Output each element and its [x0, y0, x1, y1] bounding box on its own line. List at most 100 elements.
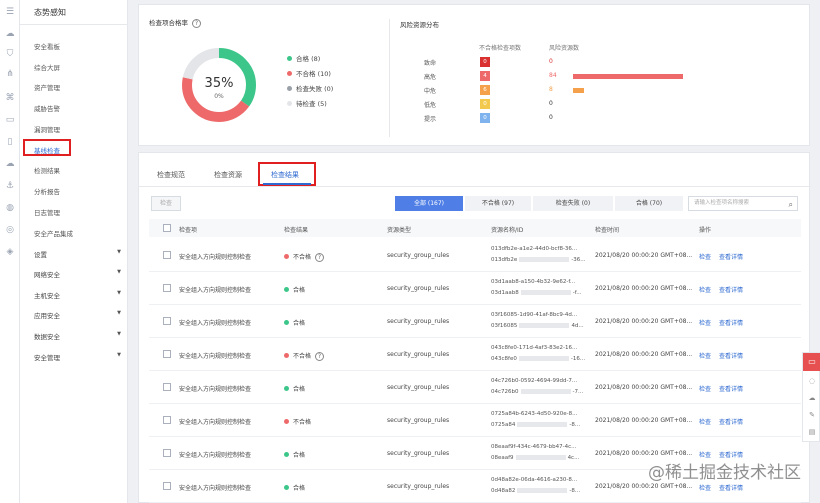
- row-checkbox[interactable]: [163, 383, 171, 391]
- sidebar-item-alerts[interactable]: 威胁告警: [34, 103, 60, 113]
- header-id: 资源名称/ID: [491, 227, 524, 234]
- row-checkbox[interactable]: [163, 251, 171, 259]
- filter-all[interactable]: 全部 (167): [395, 196, 463, 211]
- check-link[interactable]: 检查: [699, 384, 711, 393]
- risk-count-badge: 0: [480, 113, 490, 123]
- shield-icon[interactable]: ⛉: [4, 48, 16, 60]
- search-icon[interactable]: ⌕: [789, 198, 793, 211]
- sidebar-title: 态势感知: [34, 8, 66, 17]
- sidebar-item-assets[interactable]: 资产管理: [34, 82, 60, 92]
- check-item-name: 安全组入方向规则控制检查: [179, 452, 252, 459]
- sidebar-item-integration[interactable]: 安全产品集成: [34, 228, 73, 238]
- row-checkbox[interactable]: [163, 350, 171, 358]
- target-icon[interactable]: ◎: [4, 224, 16, 236]
- document-icon[interactable]: ▯: [4, 136, 16, 148]
- check-link[interactable]: 检查: [699, 252, 711, 261]
- sidebar-group-application[interactable]: 应用安全: [34, 310, 60, 320]
- view-details-link[interactable]: 查看详情: [719, 384, 743, 393]
- menu-icon[interactable]: ☰: [4, 6, 16, 18]
- view-details-link[interactable]: 查看详情: [719, 285, 743, 294]
- check-link[interactable]: 检查: [699, 285, 711, 294]
- view-details-link[interactable]: 查看详情: [719, 318, 743, 327]
- chevron-down-icon[interactable]: ▼: [117, 269, 121, 275]
- sidebar-item-detection[interactable]: 检测结果: [34, 165, 60, 175]
- redacted-text: [520, 290, 571, 295]
- tab-resources[interactable]: 检查资源: [214, 170, 242, 180]
- filter-unqualified[interactable]: 不合格 (97): [465, 196, 531, 211]
- help-icon[interactable]: ?: [192, 19, 201, 28]
- sidebar-item-logs[interactable]: 日志管理: [34, 207, 60, 217]
- check-item-name: 安全组入方向规则控制检查: [179, 254, 252, 261]
- check-link[interactable]: 检查: [699, 483, 711, 492]
- status-dot: [284, 287, 289, 292]
- legend-item: 合格 (8): [287, 53, 320, 63]
- check-item-name: 安全组入方向规则控制检查: [179, 320, 252, 327]
- row-checkbox[interactable]: [163, 317, 171, 325]
- edit-icon[interactable]: ✎: [807, 411, 817, 419]
- search-input[interactable]: 请输入检查项名称搜索 ⌕: [688, 196, 798, 211]
- sidebar-group-management[interactable]: 安全管理: [34, 352, 60, 362]
- security-icon[interactable]: ◈: [4, 246, 16, 258]
- redacted-text: [520, 389, 571, 394]
- row-checkbox[interactable]: [163, 284, 171, 292]
- check-item-name: 安全组入方向规则控制检查: [179, 419, 252, 426]
- resource-name-end: -f...: [572, 290, 582, 296]
- server-icon[interactable]: ▭: [4, 114, 16, 126]
- help-icon[interactable]: ?: [315, 253, 325, 262]
- sidebar-item-dashboard[interactable]: 安全看板: [34, 41, 60, 51]
- table-row: 安全组入方向规则控制检查 合格 security_group_rules 03d1aa…: [149, 272, 801, 305]
- anchor-icon[interactable]: ⚓: [4, 180, 16, 192]
- row-checkbox[interactable]: [163, 416, 171, 424]
- check-link[interactable]: 检查: [699, 417, 711, 426]
- resource-name-start: 0d48a82: [491, 488, 516, 494]
- table-row: 安全组入方向规则控制检查 合格 security_group_rules 03f160…: [149, 305, 801, 338]
- check-link[interactable]: 检查: [699, 351, 711, 360]
- chevron-down-icon[interactable]: ▼: [117, 352, 121, 358]
- sidebar-item-baseline[interactable]: 基线检查: [34, 145, 60, 155]
- cloud-service-icon[interactable]: ☁: [807, 394, 817, 402]
- globe-icon[interactable]: ◍: [4, 202, 16, 214]
- network-icon[interactable]: ⌘: [4, 92, 16, 104]
- check-result: 不合格?: [284, 252, 325, 262]
- chevron-down-icon[interactable]: ▼: [117, 290, 121, 296]
- cloud-icon[interactable]: ☁: [4, 28, 16, 40]
- risk-count-badge: 4: [480, 71, 490, 81]
- sidebar-group-data[interactable]: 数据安全: [34, 331, 60, 341]
- tab-specs[interactable]: 检查规范: [157, 170, 185, 180]
- service-icon[interactable]: ◌: [807, 377, 817, 385]
- check-link[interactable]: 检查: [699, 318, 711, 327]
- cloud-alt-icon[interactable]: ☁: [4, 158, 16, 170]
- sidebar-item-vulnerabilities[interactable]: 漏洞管理: [34, 124, 60, 134]
- risk-resource-count: 84: [549, 72, 557, 79]
- resource-name: 08eaaf9 4c...: [491, 455, 579, 461]
- chevron-down-icon[interactable]: ▼: [117, 249, 121, 255]
- risk-resource-count: 0: [549, 114, 553, 121]
- help-icon[interactable]: ?: [315, 352, 325, 361]
- header-actions: 操作: [699, 227, 712, 234]
- sidebar-group-host[interactable]: 主机安全: [34, 290, 60, 300]
- sidebar-item-bigscreen[interactable]: 综合大屏: [34, 62, 60, 72]
- sidebar-group-settings[interactable]: 设置: [34, 249, 47, 259]
- check-button[interactable]: 检查: [151, 196, 181, 211]
- resource-name: 04c726b0 -7...: [491, 389, 583, 395]
- chevron-down-icon[interactable]: ▼: [117, 331, 121, 337]
- select-all-checkbox[interactable]: [163, 224, 171, 232]
- chat-icon[interactable]: ▭: [803, 353, 820, 371]
- row-checkbox[interactable]: [163, 482, 171, 490]
- check-result-label: 合格: [293, 386, 306, 393]
- filter-qualified[interactable]: 合格 (70): [615, 196, 683, 211]
- view-details-link[interactable]: 查看详情: [719, 483, 743, 492]
- sidebar-item-reports[interactable]: 分析报告: [34, 186, 60, 196]
- view-details-link[interactable]: 查看详情: [719, 417, 743, 426]
- view-details-link[interactable]: 查看详情: [719, 351, 743, 360]
- row-checkbox[interactable]: [163, 449, 171, 457]
- chevron-down-icon[interactable]: ▼: [117, 310, 121, 316]
- chart-icon[interactable]: ⋔: [4, 68, 16, 80]
- table-row: 安全组入方向规则控制检查 合格 security_group_rules 04c726…: [149, 371, 801, 404]
- view-details-link[interactable]: 查看详情: [719, 252, 743, 261]
- feedback-icon[interactable]: ▤: [807, 428, 817, 436]
- check-result: 不合格?: [284, 351, 325, 361]
- filter-failed[interactable]: 检查失败 (0): [533, 196, 613, 211]
- resource-name-start: 0725a84: [491, 422, 516, 428]
- sidebar-group-network[interactable]: 网络安全: [34, 269, 60, 279]
